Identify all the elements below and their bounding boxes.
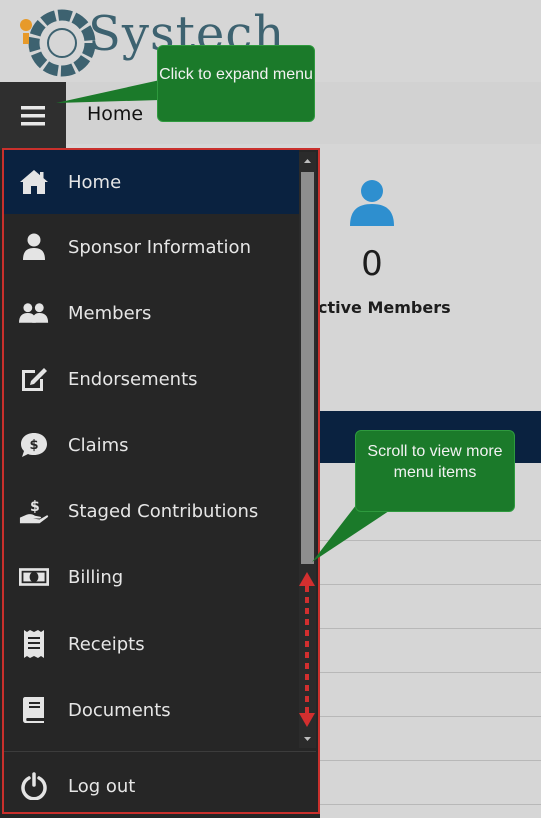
callout-pointer [56,80,160,103]
expand-menu-callout: Click to expand menu [157,45,315,122]
scroll-menu-callout: Scroll to view more menu items [355,430,515,512]
scroll-up-indicator-icon [299,572,315,586]
annotation-overlay [56,80,398,727]
scroll-down-indicator-icon [299,713,315,727]
